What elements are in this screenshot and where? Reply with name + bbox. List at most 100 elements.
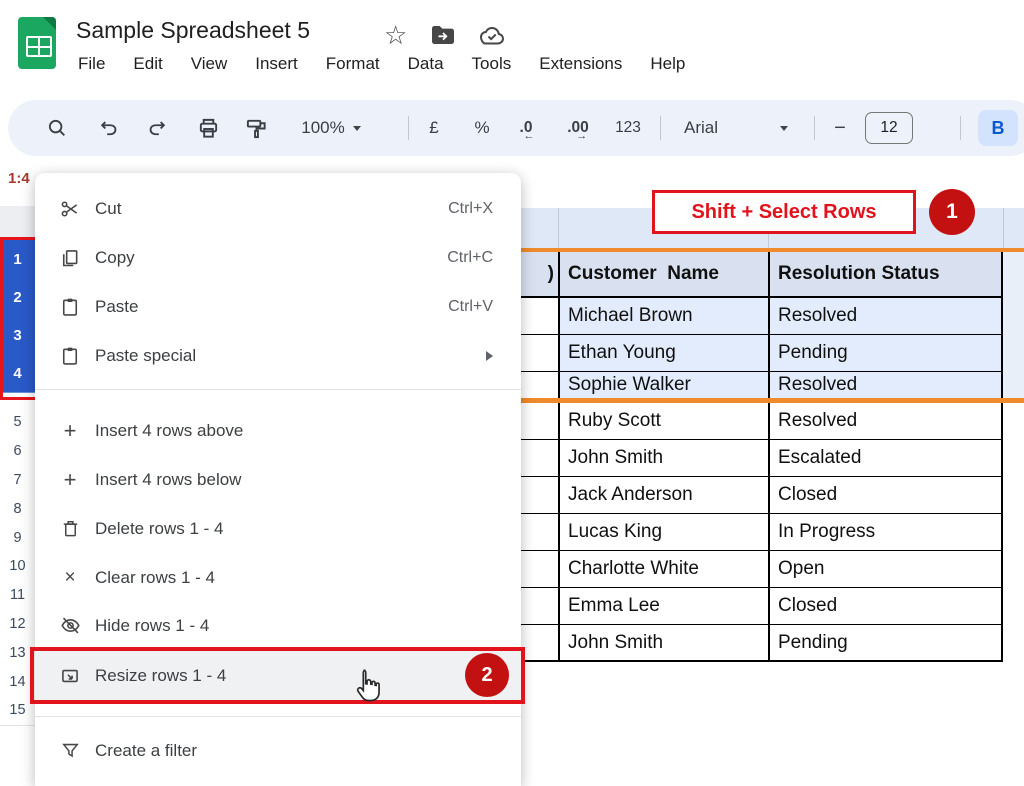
cell-resolution-status[interactable]: Resolved: [768, 372, 1003, 398]
cell[interactable]: [520, 372, 558, 398]
step-badge-2: 2: [465, 653, 509, 697]
row-header-5[interactable]: 5: [0, 408, 36, 438]
row-header-8[interactable]: 8: [0, 494, 36, 524]
search-icon[interactable]: [38, 100, 76, 156]
clipboard-icon: [59, 345, 81, 367]
menu-item-insert-rows-above[interactable]: + Insert 4 rows above: [35, 406, 521, 455]
cell[interactable]: [520, 477, 558, 513]
star-icon[interactable]: ☆: [384, 22, 407, 48]
menu-view[interactable]: View: [191, 54, 228, 74]
move-folder-icon[interactable]: [430, 24, 456, 51]
cell-customer-name[interactable]: Lucas King: [558, 514, 768, 550]
cell-resolution-status[interactable]: Pending: [768, 625, 1003, 660]
cell[interactable]: [520, 403, 558, 439]
column-header-resolution-status[interactable]: Resolution Status: [768, 252, 1003, 296]
cell-resolution-status[interactable]: Resolved: [768, 403, 1003, 439]
cell-resolution-status[interactable]: Closed: [768, 588, 1003, 624]
row-header-6[interactable]: 6: [0, 437, 36, 467]
cell[interactable]: [520, 551, 558, 587]
name-box[interactable]: 1:4: [8, 170, 30, 187]
cell[interactable]: [520, 588, 558, 624]
row-header-7[interactable]: 7: [0, 466, 36, 496]
menu-item-paste-special[interactable]: Paste special: [35, 331, 521, 380]
cell-resolution-status[interactable]: In Progress: [768, 514, 1003, 550]
menu-item-paste[interactable]: Paste Ctrl+V: [35, 282, 521, 331]
cell-customer-name[interactable]: John Smith: [558, 625, 768, 660]
menu-item-copy[interactable]: Copy Ctrl+C: [35, 233, 521, 282]
menu-item-create-filter[interactable]: Create a filter: [35, 726, 521, 775]
increase-font-size-button[interactable]: [920, 100, 952, 156]
cell-customer-name[interactable]: Charlotte White: [558, 551, 768, 587]
decrease-font-size-button[interactable]: −: [824, 100, 856, 156]
menu-insert[interactable]: Insert: [255, 54, 298, 74]
cell-resolution-status[interactable]: Closed: [768, 477, 1003, 513]
cell[interactable]: [520, 298, 558, 334]
menu-extensions[interactable]: Extensions: [539, 54, 622, 74]
menu-edit[interactable]: Edit: [133, 54, 162, 74]
cell-resolution-status[interactable]: Resolved: [768, 298, 1003, 334]
menu-format[interactable]: Format: [326, 54, 380, 74]
row-header-12[interactable]: 12: [0, 610, 36, 640]
cell-customer-name[interactable]: Ruby Scott: [558, 403, 768, 439]
more-formats-button[interactable]: 123: [604, 100, 652, 156]
clipboard-icon: [59, 296, 81, 318]
percent-format-button[interactable]: %: [463, 100, 501, 156]
cell-customer-name[interactable]: Michael Brown: [558, 298, 768, 334]
zoom-select[interactable]: 100%: [286, 100, 376, 156]
table-row: Michael Brown Resolved: [520, 298, 1003, 335]
cell-customer-name[interactable]: Jack Anderson: [558, 477, 768, 513]
menu-item-hide-rows[interactable]: Hide rows 1 - 4: [35, 601, 521, 650]
sheets-logo-icon[interactable]: [18, 17, 56, 69]
plus-icon: +: [59, 420, 81, 442]
document-title[interactable]: Sample Spreadsheet 5: [76, 17, 310, 44]
menu-item-cut[interactable]: Cut Ctrl+X: [35, 184, 521, 233]
cell-customer-name[interactable]: John Smith: [558, 440, 768, 476]
row-header-9[interactable]: 9: [0, 523, 36, 553]
row-header-10[interactable]: 10: [0, 552, 36, 582]
cell[interactable]: [520, 335, 558, 371]
menu-divider: [35, 389, 521, 390]
cell-resolution-status[interactable]: Escalated: [768, 440, 1003, 476]
table-row: Ethan Young Pending: [520, 335, 1003, 372]
redo-icon[interactable]: [140, 100, 174, 156]
row-header-1[interactable]: 1: [0, 240, 35, 279]
partial-column-header[interactable]: ): [520, 252, 558, 296]
decrease-decimal-button[interactable]: .0←: [506, 100, 546, 156]
currency-format-button[interactable]: £: [416, 100, 452, 156]
menu-data[interactable]: Data: [408, 54, 444, 74]
orange-border-row4: [520, 398, 1024, 403]
menu-item-insert-rows-below[interactable]: + Insert 4 rows below: [35, 455, 521, 504]
font-family-select[interactable]: Arial: [672, 100, 810, 156]
increase-decimal-button[interactable]: .00→: [556, 100, 600, 156]
cell[interactable]: [520, 514, 558, 550]
menu-item-clear-rows[interactable]: × Clear rows 1 - 4: [35, 553, 521, 602]
undo-icon[interactable]: [92, 100, 126, 156]
menu-file[interactable]: File: [78, 54, 105, 74]
cloud-saved-icon[interactable]: [478, 26, 506, 51]
table-row: John Smith Escalated: [520, 440, 1003, 477]
cell[interactable]: [520, 625, 558, 660]
menu-help[interactable]: Help: [650, 54, 685, 74]
font-size-field[interactable]: 12: [864, 100, 914, 156]
cell[interactable]: [520, 440, 558, 476]
paint-format-icon[interactable]: [238, 100, 274, 156]
cell-customer-name[interactable]: Ethan Young: [558, 335, 768, 371]
table-row: Ruby Scott Resolved: [520, 403, 1003, 440]
menu-item-delete-rows[interactable]: Delete rows 1 - 4: [35, 504, 521, 553]
row-header-4[interactable]: 4: [0, 354, 35, 393]
row-header-3[interactable]: 3: [0, 316, 35, 355]
column-header-customer-name[interactable]: Customer Name: [558, 252, 768, 296]
callout-shift-select-rows: Shift + Select Rows: [652, 190, 916, 234]
table-header-row: ) Customer Name Resolution Status: [520, 252, 1003, 298]
cell-resolution-status[interactable]: Open: [768, 551, 1003, 587]
menu-tools[interactable]: Tools: [472, 54, 512, 74]
print-icon[interactable]: [190, 100, 226, 156]
cell-customer-name[interactable]: Emma Lee: [558, 588, 768, 624]
row-header-11[interactable]: 11: [0, 581, 36, 611]
menu-divider: [35, 716, 521, 717]
bold-button[interactable]: B: [974, 100, 1022, 156]
row-header-2[interactable]: 2: [0, 278, 35, 317]
sheet-corner-box[interactable]: [0, 206, 36, 243]
cell-resolution-status[interactable]: Pending: [768, 335, 1003, 371]
cell-customer-name[interactable]: Sophie Walker: [558, 372, 768, 398]
